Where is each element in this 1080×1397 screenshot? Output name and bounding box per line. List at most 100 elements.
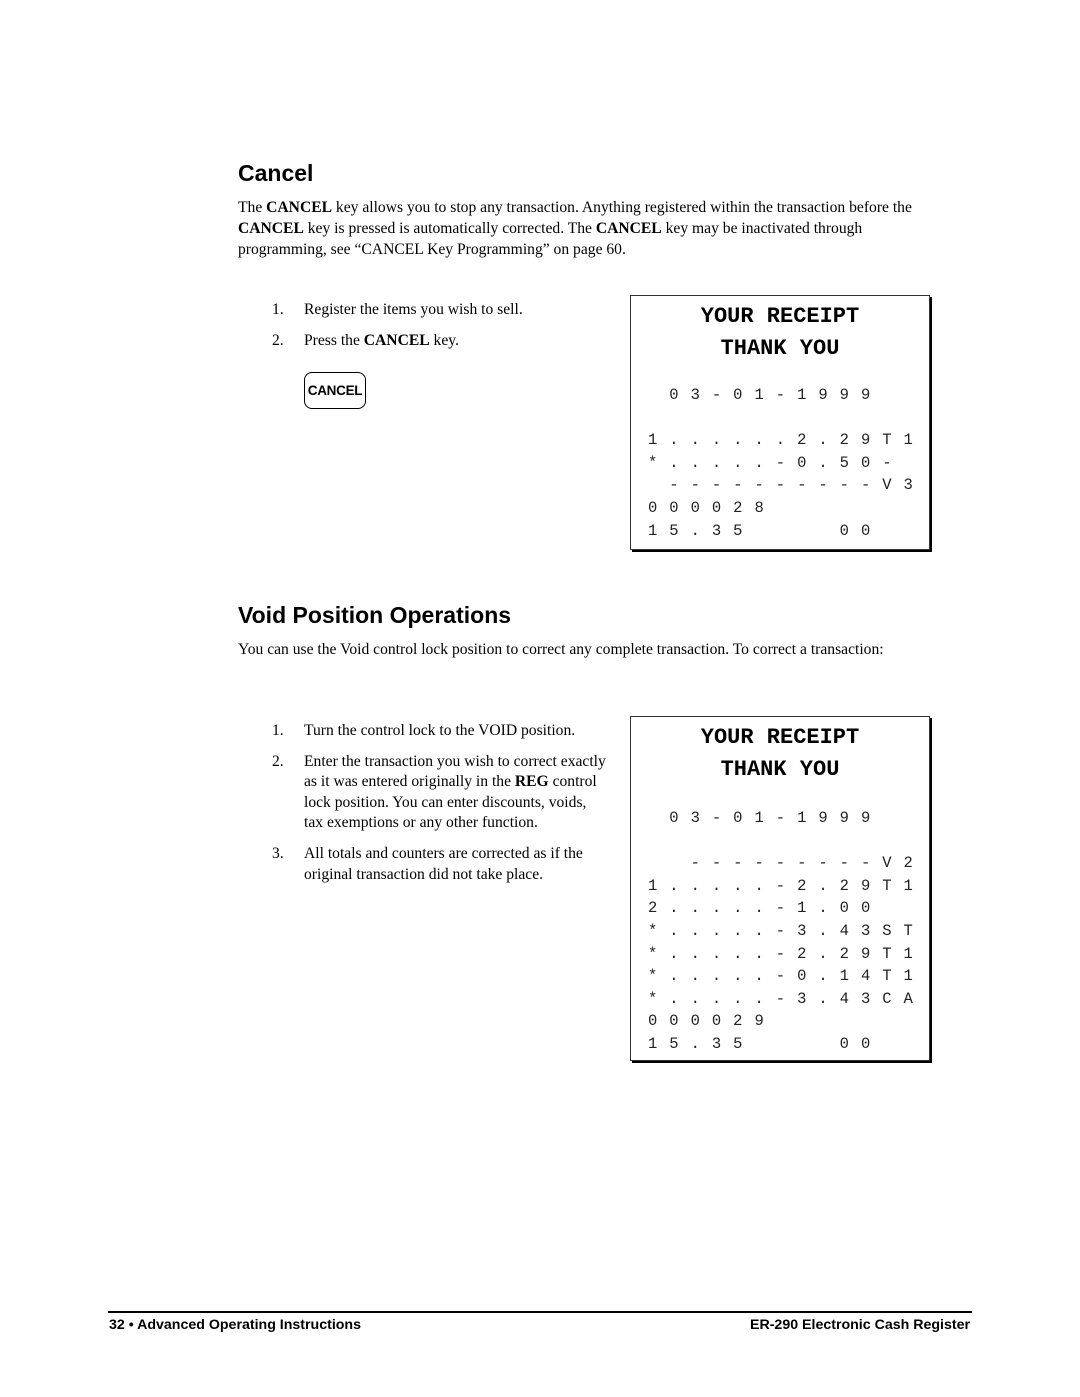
receipt-title-line1: YOUR RECEIPT <box>700 725 860 750</box>
receipt-char: 2 <box>839 944 849 963</box>
receipt-char: . <box>754 453 764 472</box>
receipt-char: - <box>775 476 786 495</box>
receipt-char <box>642 852 663 875</box>
receipt-line: *..... -3. 4 3 S T <box>642 920 919 943</box>
receipt-char: 0 <box>839 899 849 918</box>
receipt-char: 0 <box>669 809 679 827</box>
receipt-char: 1 <box>797 899 807 918</box>
receipt-line: *..... -0. 5 0- <box>642 452 919 475</box>
receipt-char: 0 <box>860 1034 871 1053</box>
receipt-char: S <box>882 921 892 940</box>
receipt-line: 03-01-1999 <box>642 807 919 830</box>
receipt-line: 1.....-2.29T1 <box>642 875 919 898</box>
receipt-char: - <box>775 453 786 472</box>
receipt-char: . <box>711 899 722 918</box>
receipt-char: - <box>860 854 871 873</box>
bold-term: CANCEL <box>363 331 430 349</box>
receipt-char <box>898 1010 919 1033</box>
receipt-char: 5 <box>733 521 743 540</box>
receipt-line: *..... -0. 1 4 T 1 <box>642 965 919 988</box>
receipt-line: 000029 <box>642 1010 919 1033</box>
receipt-char: T <box>882 876 892 895</box>
receipt-char: 0 <box>797 967 807 986</box>
receipt-char <box>898 520 919 543</box>
receipt-char: - <box>775 899 786 918</box>
receipt-char: . <box>733 989 743 1008</box>
receipt-char: . <box>818 453 828 472</box>
receipt-char: - <box>775 989 786 1008</box>
receipt-char: . <box>690 921 700 940</box>
receipt-char: 5 <box>669 521 679 540</box>
receipt-char: . <box>690 1034 700 1053</box>
receipt-char: . <box>711 944 722 963</box>
receipt-char: . <box>733 876 743 895</box>
receipt-char: . <box>754 967 764 986</box>
receipt-char: 2 <box>797 876 807 895</box>
receipt-char <box>812 1033 833 1056</box>
receipt-char <box>898 1033 919 1056</box>
receipt-title-line1: YOUR RECEIPT <box>700 304 860 329</box>
receipt-char: - <box>818 476 828 495</box>
receipt-char <box>834 497 855 520</box>
receipt-char: - <box>775 944 786 963</box>
receipt-char: - <box>711 854 722 873</box>
receipt-char <box>770 520 791 543</box>
receipt-char: C <box>882 989 892 1008</box>
receipt-char: 5 <box>733 1034 743 1053</box>
receipt-char: . <box>754 989 764 1008</box>
receipt-char: . <box>669 899 679 918</box>
receipt-char: * <box>647 453 658 472</box>
receipt-line <box>642 830 919 853</box>
receipt-char: . <box>733 431 743 450</box>
receipt-title-line2: THANK YOU <box>720 336 840 361</box>
receipt-char: - <box>775 854 786 873</box>
receipt-char <box>876 807 897 830</box>
receipt-line: 15.35 00 <box>642 520 919 543</box>
receipt-char <box>876 897 897 920</box>
receipt-char: - <box>775 876 786 895</box>
receipt-char <box>898 897 919 920</box>
receipt-char: T <box>882 967 892 986</box>
cancel-key-icon: CANCEL <box>304 372 366 409</box>
receipt-char: - <box>860 476 871 495</box>
receipt-char <box>791 497 812 520</box>
receipt-char: 3 <box>690 386 700 404</box>
receipt-char: . <box>754 944 764 963</box>
receipt-char: * <box>647 921 658 940</box>
receipt-char: . <box>733 899 743 918</box>
footer-right: ER-290 Electronic Cash Register <box>750 1317 970 1333</box>
receipt-char: 0 <box>733 809 743 827</box>
receipt-line: *..... -3. 4 3 C A <box>642 988 919 1011</box>
receipt-char: - <box>754 854 764 873</box>
step-number: 1. <box>272 722 284 739</box>
receipt-char: . <box>754 921 764 940</box>
receipt-char: 2 <box>797 944 807 963</box>
receipt-char: . <box>690 521 700 540</box>
cancel-receipt: YOUR RECEIPT THANK YOU 03-01-1999 1.....… <box>630 295 930 550</box>
receipt-char: 9 <box>839 386 849 404</box>
receipt-char: - <box>669 476 679 495</box>
receipt-char: . <box>818 921 828 940</box>
receipt-char: 0 <box>647 498 658 517</box>
receipt-char: - <box>775 967 786 986</box>
receipt-char: - <box>839 854 849 873</box>
receipt-char: 1 <box>647 521 658 540</box>
step-item: 1. Register the items you wish to sell. <box>238 300 608 321</box>
receipt-char: . <box>690 944 700 963</box>
receipt-char: 1 <box>797 809 807 827</box>
receipt-char: 1 <box>903 876 913 895</box>
receipt-line: 000028 <box>642 497 919 520</box>
receipt-char <box>898 452 919 475</box>
receipt-char: . <box>711 453 722 472</box>
receipt-char: - <box>775 921 786 940</box>
receipt-char: 9 <box>860 809 871 827</box>
cancel-heading: Cancel <box>238 160 314 186</box>
receipt-char: 1 <box>903 431 913 450</box>
receipt-char: 9 <box>818 809 828 827</box>
receipt-line: ---------V2 <box>642 852 919 875</box>
receipt-char: . <box>754 899 764 918</box>
footer-left: 32 • Advanced Operating Instructions <box>109 1317 361 1333</box>
receipt-char: 2 <box>903 854 913 873</box>
step-text: Turn the control lock to the VOID positi… <box>304 722 576 739</box>
receipt-char: . <box>669 431 679 450</box>
